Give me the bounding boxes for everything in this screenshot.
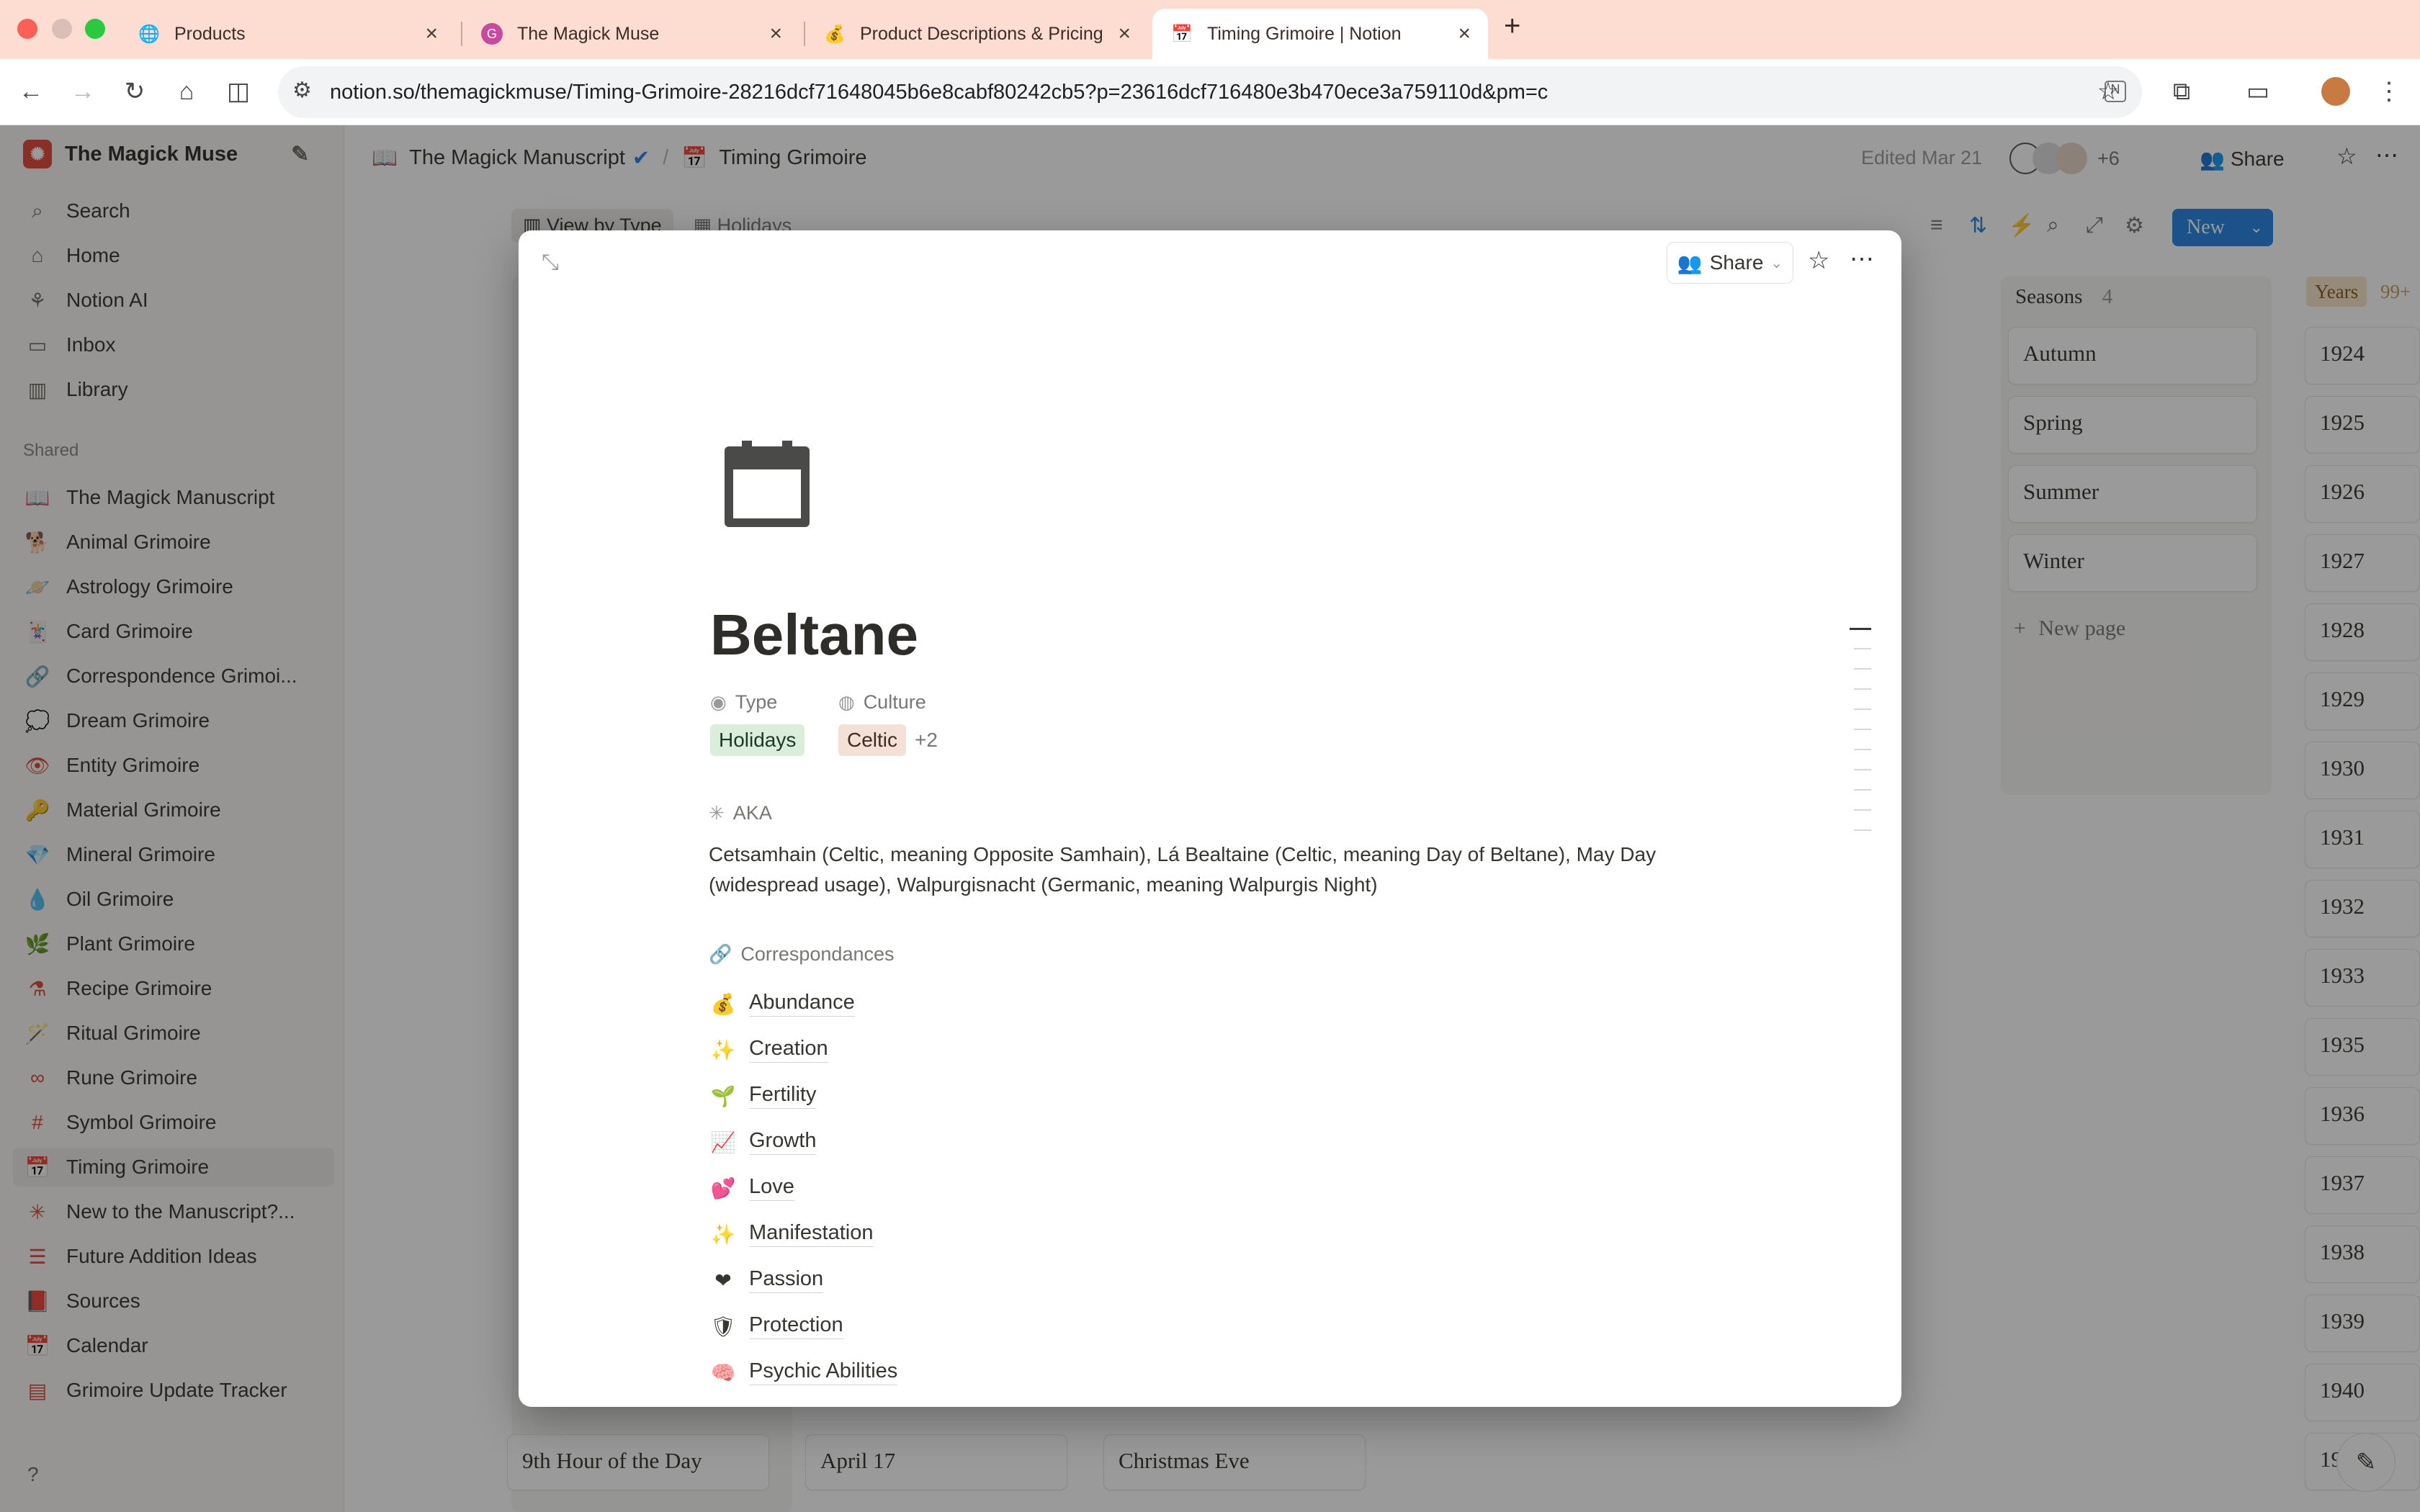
close-window-button[interactable]	[17, 19, 37, 39]
correspondence-link[interactable]: 🛡 Protection	[709, 1305, 843, 1348]
property-type-label[interactable]: ◉ Type	[710, 691, 777, 714]
toc-line[interactable]	[1854, 708, 1871, 710]
browser-tab[interactable]: 💰 Product Descriptions & Pricing ×	[805, 9, 1148, 59]
profile-avatar[interactable]	[2318, 73, 2354, 109]
toc-line[interactable]	[1854, 729, 1871, 730]
close-tab-icon[interactable]: ×	[425, 22, 438, 46]
cast-icon[interactable]: ▭	[2240, 73, 2276, 109]
toc-line[interactable]	[1854, 648, 1871, 649]
correspondence-label: Love	[749, 1175, 794, 1201]
correspondence-label: Passion	[749, 1267, 824, 1293]
globe-icon: 🌐	[138, 24, 160, 44]
toc-line[interactable]	[1854, 688, 1871, 690]
correspondence-link[interactable]: ✨ Manifestation	[709, 1212, 874, 1256]
back-icon[interactable]: ←	[13, 73, 49, 109]
browser-toolbar: ← → ↻ ⌂ ◫ ⚙ notion.so/themagickmuse/Timi…	[0, 59, 2420, 125]
toc-line[interactable]	[1854, 789, 1871, 791]
calendar-icon: 📅	[1171, 24, 1193, 44]
correspondence-label: Manifestation	[749, 1221, 874, 1247]
share-label: Share	[1709, 251, 1764, 274]
correspondence-label: Creation	[749, 1037, 828, 1063]
page-peek-modal: ⤡ 👥 Share ⌄ ☆ ⋯ Beltane ◉ Type ◍ Culture…	[519, 230, 1901, 1407]
minimize-window-button[interactable]	[52, 19, 72, 39]
toc-indicator[interactable]	[1850, 628, 1871, 630]
correspondence-link[interactable]: ❤ Passion	[709, 1259, 824, 1302]
home-icon[interactable]: ⌂	[169, 73, 205, 109]
tab-title: Products	[174, 23, 246, 44]
browser-tab[interactable]: G The Magick Muse ×	[462, 9, 799, 59]
calendar-icon	[725, 441, 810, 527]
link-icon: 🔗	[709, 943, 732, 965]
correspondence-emoji-icon: 🛡	[710, 1315, 736, 1338]
page-title[interactable]: Beltane	[710, 602, 918, 668]
correspondence-label: Abundance	[749, 991, 855, 1017]
culture-tag-celtic[interactable]: Celtic	[838, 724, 907, 756]
culture-more-count[interactable]: +2	[915, 729, 938, 752]
forward-icon[interactable]: →	[65, 73, 101, 109]
asterisk-icon: ✳	[709, 802, 725, 824]
correspondence-label: Fertility	[749, 1083, 817, 1109]
toc-line[interactable]	[1854, 769, 1871, 770]
address-bar[interactable]: ⚙ notion.so/themagickmuse/Timing-Grimoir…	[278, 66, 2142, 118]
close-tab-icon[interactable]: ×	[1458, 22, 1471, 46]
open-full-page-icon[interactable]: ⤡	[542, 251, 559, 275]
close-tab-icon[interactable]: ×	[769, 22, 782, 46]
browser-tab[interactable]: 🌐 Products ×	[120, 9, 455, 59]
tab-title: The Magick Muse	[517, 23, 660, 44]
chevron-down-icon: ⌄	[1770, 255, 1783, 271]
correspondence-emoji-icon: 🌱	[710, 1084, 736, 1107]
type-tag-holidays[interactable]: Holidays	[710, 724, 805, 756]
tab-title: Product Descriptions & Pricing	[860, 23, 1103, 44]
correspondence-link[interactable]: 🌱 Fertility	[709, 1074, 817, 1117]
url-text: notion.so/themagickmuse/Timing-Grimoire-…	[330, 81, 1549, 104]
property-culture-label[interactable]: ◍ Culture	[838, 691, 926, 714]
new-tab-button[interactable]: +	[1504, 10, 1520, 42]
aka-value[interactable]: Cetsamhain (Celtic, meaning Opposite Sam…	[709, 840, 1703, 900]
reload-icon[interactable]: ↻	[117, 73, 153, 109]
correspondence-emoji-icon: ✨	[710, 1223, 736, 1246]
property-aka-label[interactable]: ✳ AKA	[709, 802, 772, 824]
correspondence-emoji-icon: 💰	[710, 992, 736, 1015]
toc-line[interactable]	[1854, 829, 1871, 831]
correspondence-label: Growth	[749, 1129, 817, 1155]
split-view-icon[interactable]: ◫	[220, 73, 256, 109]
money-bag-icon: 💰	[824, 24, 846, 44]
close-tab-icon[interactable]: ×	[1118, 22, 1131, 46]
g-logo-icon: G	[481, 23, 503, 45]
site-settings-icon[interactable]: ⚙	[292, 78, 312, 103]
correspondence-link[interactable]: ✨ Creation	[709, 1028, 828, 1071]
correspondence-emoji-icon: 🧠	[710, 1361, 736, 1384]
correspondence-emoji-icon: 📈	[710, 1130, 736, 1153]
correspondence-link[interactable]: 💰 Abundance	[709, 982, 855, 1025]
bookmark-star-icon[interactable]: ☆	[2090, 73, 2126, 109]
toc-line[interactable]	[1854, 809, 1871, 811]
toc-line[interactable]	[1854, 668, 1871, 670]
property-correspondences-label[interactable]: 🔗 Correspondances	[709, 943, 895, 966]
people-icon: 👥	[1677, 251, 1703, 274]
more-options-icon[interactable]: ⋯	[1850, 245, 1874, 274]
browser-tabstrip: 🌐 Products × G The Magick Muse × 💰 Produ…	[0, 0, 2420, 59]
browser-menu-icon[interactable]: ⋮	[2371, 73, 2407, 109]
favorite-star-icon[interactable]: ☆	[1808, 246, 1829, 275]
correspondence-link[interactable]: 🧠 Psychic Abilities	[709, 1351, 898, 1394]
extensions-icon[interactable]: ⧉	[2164, 73, 2200, 109]
select-icon: ◉	[710, 691, 727, 713]
share-button[interactable]: 👥 Share ⌄	[1667, 242, 1793, 284]
correspondence-link[interactable]: 📈 Growth	[709, 1120, 817, 1164]
correspondence-emoji-icon: ❤	[714, 1269, 732, 1292]
globe-icon: ◍	[838, 691, 855, 713]
correspondence-link[interactable]: 💕 Love	[709, 1166, 794, 1210]
correspondence-label: Psychic Abilities	[749, 1359, 898, 1385]
toc-line[interactable]	[1854, 749, 1871, 750]
correspondence-label: Protection	[749, 1313, 843, 1339]
correspondence-emoji-icon: 💕	[710, 1176, 736, 1200]
browser-tab-active[interactable]: 📅 Timing Grimoire | Notion ×	[1152, 9, 1488, 59]
tab-title: Timing Grimoire | Notion	[1207, 23, 1402, 44]
maximize-window-button[interactable]	[85, 19, 105, 39]
correspondence-emoji-icon: ✨	[710, 1038, 736, 1061]
